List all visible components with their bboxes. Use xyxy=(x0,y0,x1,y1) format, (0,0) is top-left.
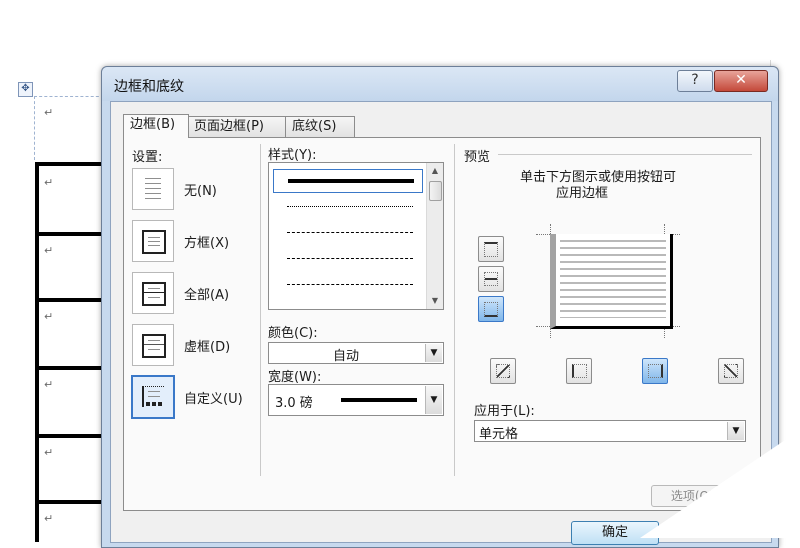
setting-custom-label: 自定义(U) xyxy=(184,392,243,407)
dropdown-arrow-icon[interactable]: ▼ xyxy=(425,344,442,362)
table-move-handle-icon[interactable]: ✥ xyxy=(18,82,33,97)
color-value: 自动 xyxy=(333,349,360,364)
diagonal-down-button[interactable] xyxy=(718,358,744,384)
setting-all-label: 全部(A) xyxy=(184,288,230,303)
apply-to-value: 单元格 xyxy=(479,427,519,442)
setting-box[interactable]: 方框(X) xyxy=(132,220,252,264)
preview-heading: 预览 xyxy=(464,150,491,165)
setting-all[interactable]: 全部(A) xyxy=(132,272,252,316)
paragraph-mark: ↵ xyxy=(44,446,54,459)
border-inside-horizontal-icon xyxy=(484,272,498,286)
border-top-button[interactable] xyxy=(478,236,504,262)
setting-grid-label: 虚框(D) xyxy=(184,340,231,355)
width-dropdown[interactable]: 3.0 磅 ▼ xyxy=(268,384,444,416)
setting-all-icon xyxy=(132,272,174,314)
preview-divider xyxy=(498,154,752,155)
table-gridline xyxy=(34,96,35,160)
setting-none[interactable]: 无(N) xyxy=(132,168,252,212)
style-list-scrollbar[interactable]: ▲ ▼ xyxy=(426,163,443,309)
setting-box-label: 方框(X) xyxy=(184,236,230,251)
line-style-item[interactable] xyxy=(273,195,421,217)
paragraph-mark: ↵ xyxy=(44,378,54,391)
paragraph-mark: ↵ xyxy=(44,512,54,525)
column-divider xyxy=(454,144,455,476)
line-style-item[interactable] xyxy=(273,221,421,243)
setting-none-icon xyxy=(132,168,174,210)
diagonal-up-icon xyxy=(496,364,510,378)
tab-shading[interactable]: 底纹(S) xyxy=(285,116,355,137)
tab-page-border[interactable]: 页面边框(P) xyxy=(187,116,287,137)
table-row-border xyxy=(35,434,105,438)
help-button[interactable]: ? xyxy=(677,70,713,92)
paragraph-mark: ↵ xyxy=(44,310,54,323)
border-left-icon xyxy=(572,364,587,378)
border-right-button[interactable] xyxy=(642,358,668,384)
setting-custom-icon xyxy=(131,375,175,419)
table-row-border xyxy=(35,298,105,302)
table-row-border xyxy=(35,500,105,504)
line-style-list[interactable]: ▲ ▼ xyxy=(268,162,444,310)
page-curl-corner xyxy=(640,430,800,538)
color-dropdown[interactable]: 自动 ▼ xyxy=(268,342,444,364)
column-divider xyxy=(260,144,261,476)
setting-grid[interactable]: 虚框(D) xyxy=(132,324,252,368)
settings-heading: 设置: xyxy=(132,150,163,165)
close-button[interactable]: ✕ xyxy=(714,70,768,92)
dialog-title: 边框和底纹 xyxy=(114,79,184,95)
color-heading: 颜色(C): xyxy=(268,326,318,341)
setting-none-label: 无(N) xyxy=(184,184,217,199)
setting-box-icon xyxy=(132,220,174,262)
scroll-thumb[interactable] xyxy=(429,181,442,201)
table-row-border xyxy=(35,232,105,236)
table-row-border xyxy=(35,366,105,370)
dialog-titlebar[interactable]: 边框和底纹 ? ✕ xyxy=(102,67,778,101)
setting-custom[interactable]: 自定义(U) xyxy=(131,375,252,420)
line-style-item[interactable] xyxy=(273,247,421,269)
scroll-down-icon[interactable]: ▼ xyxy=(427,293,443,309)
tab-borders[interactable]: 边框(B) xyxy=(123,114,189,138)
setting-grid-icon xyxy=(132,324,174,366)
width-heading: 宽度(W): xyxy=(268,370,322,385)
width-sample-line xyxy=(341,398,417,402)
border-right-icon xyxy=(648,364,663,378)
table-row-border xyxy=(35,162,105,166)
border-bottom-button[interactable] xyxy=(478,296,504,322)
table-left-border xyxy=(35,162,109,542)
apply-to-heading: 应用于(L): xyxy=(474,404,535,419)
border-top-icon xyxy=(484,242,498,257)
paragraph-mark: ↵ xyxy=(44,244,54,257)
border-bottom-icon xyxy=(484,302,498,317)
paragraph-mark: ↵ xyxy=(44,106,54,119)
preview-hint-line2: 应用边框 xyxy=(556,186,609,201)
line-style-item[interactable] xyxy=(273,169,423,193)
style-heading: 样式(Y): xyxy=(268,148,317,163)
table-gridline xyxy=(34,96,104,97)
line-style-item[interactable] xyxy=(273,273,421,295)
dropdown-arrow-icon[interactable]: ▼ xyxy=(425,386,442,414)
border-middle-button[interactable] xyxy=(478,266,504,292)
scroll-up-icon[interactable]: ▲ xyxy=(427,163,443,179)
border-left-button[interactable] xyxy=(566,358,592,384)
border-preview-diagram[interactable] xyxy=(536,224,680,338)
width-value: 3.0 磅 xyxy=(275,396,313,411)
diagonal-up-button[interactable] xyxy=(490,358,516,384)
diagonal-down-icon xyxy=(724,364,738,378)
paragraph-mark: ↵ xyxy=(44,176,54,189)
